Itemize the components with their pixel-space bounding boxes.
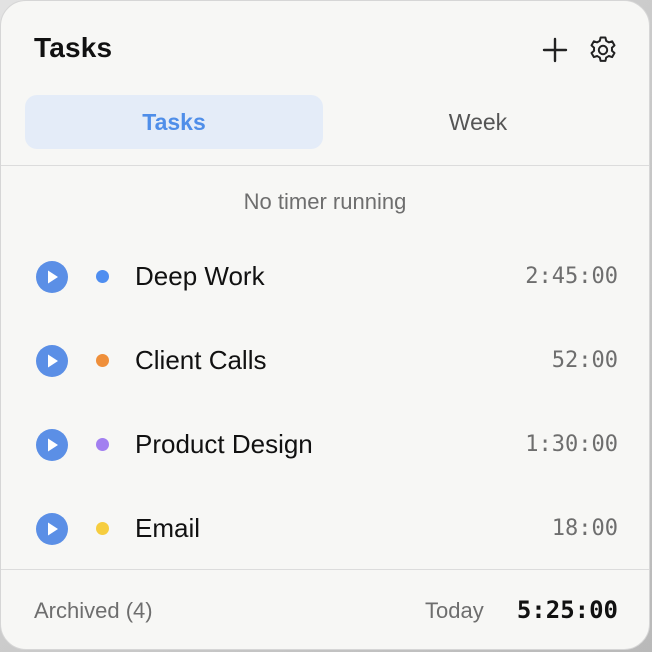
play-icon <box>48 522 58 536</box>
task-time: 52:00 <box>551 348 618 373</box>
task-color-dot <box>96 522 109 535</box>
view-tabs: Tasks Week <box>25 95 627 149</box>
play-icon <box>48 354 58 368</box>
task-name: Email <box>135 513 201 543</box>
tasks-popover: Tasks Tasks Week No timer running Deep W… <box>0 0 650 650</box>
today-label: Today <box>425 598 484 623</box>
task-name: Client Calls <box>135 345 267 375</box>
archived-link[interactable]: Archived (4) <box>34 598 153 624</box>
page-title: Tasks <box>34 32 113 63</box>
task-time: 18:00 <box>551 516 618 541</box>
play-button[interactable] <box>36 261 68 293</box>
play-icon <box>48 270 58 284</box>
add-task-button[interactable] <box>538 33 572 67</box>
task-time: 1:30:00 <box>525 432 618 457</box>
task-name: Deep Work <box>135 261 265 291</box>
plus-icon <box>542 37 568 63</box>
play-icon <box>48 438 58 452</box>
play-button[interactable] <box>36 345 68 377</box>
settings-button[interactable] <box>586 33 620 67</box>
play-button[interactable] <box>36 513 68 545</box>
gear-icon <box>590 36 616 62</box>
task-row[interactable]: Deep Work 2:45:00 <box>1 235 649 319</box>
task-color-dot <box>96 354 109 367</box>
task-time: 2:45:00 <box>525 264 618 289</box>
popover-header: Tasks <box>1 1 649 93</box>
footer-divider <box>1 569 649 570</box>
task-color-dot <box>96 438 109 451</box>
tab-week[interactable]: Week <box>329 95 627 149</box>
task-name: Product Design <box>135 429 313 459</box>
play-button[interactable] <box>36 429 68 461</box>
task-row[interactable]: Email 18:00 <box>1 487 649 571</box>
today-total: 5:25:00 <box>516 596 618 624</box>
timer-status: No timer running <box>243 189 407 214</box>
tab-tasks[interactable]: Tasks <box>25 95 323 149</box>
task-row[interactable]: Client Calls 52:00 <box>1 319 649 403</box>
task-color-dot <box>96 270 109 283</box>
header-divider <box>1 165 649 166</box>
task-row[interactable]: Product Design 1:30:00 <box>1 403 649 487</box>
